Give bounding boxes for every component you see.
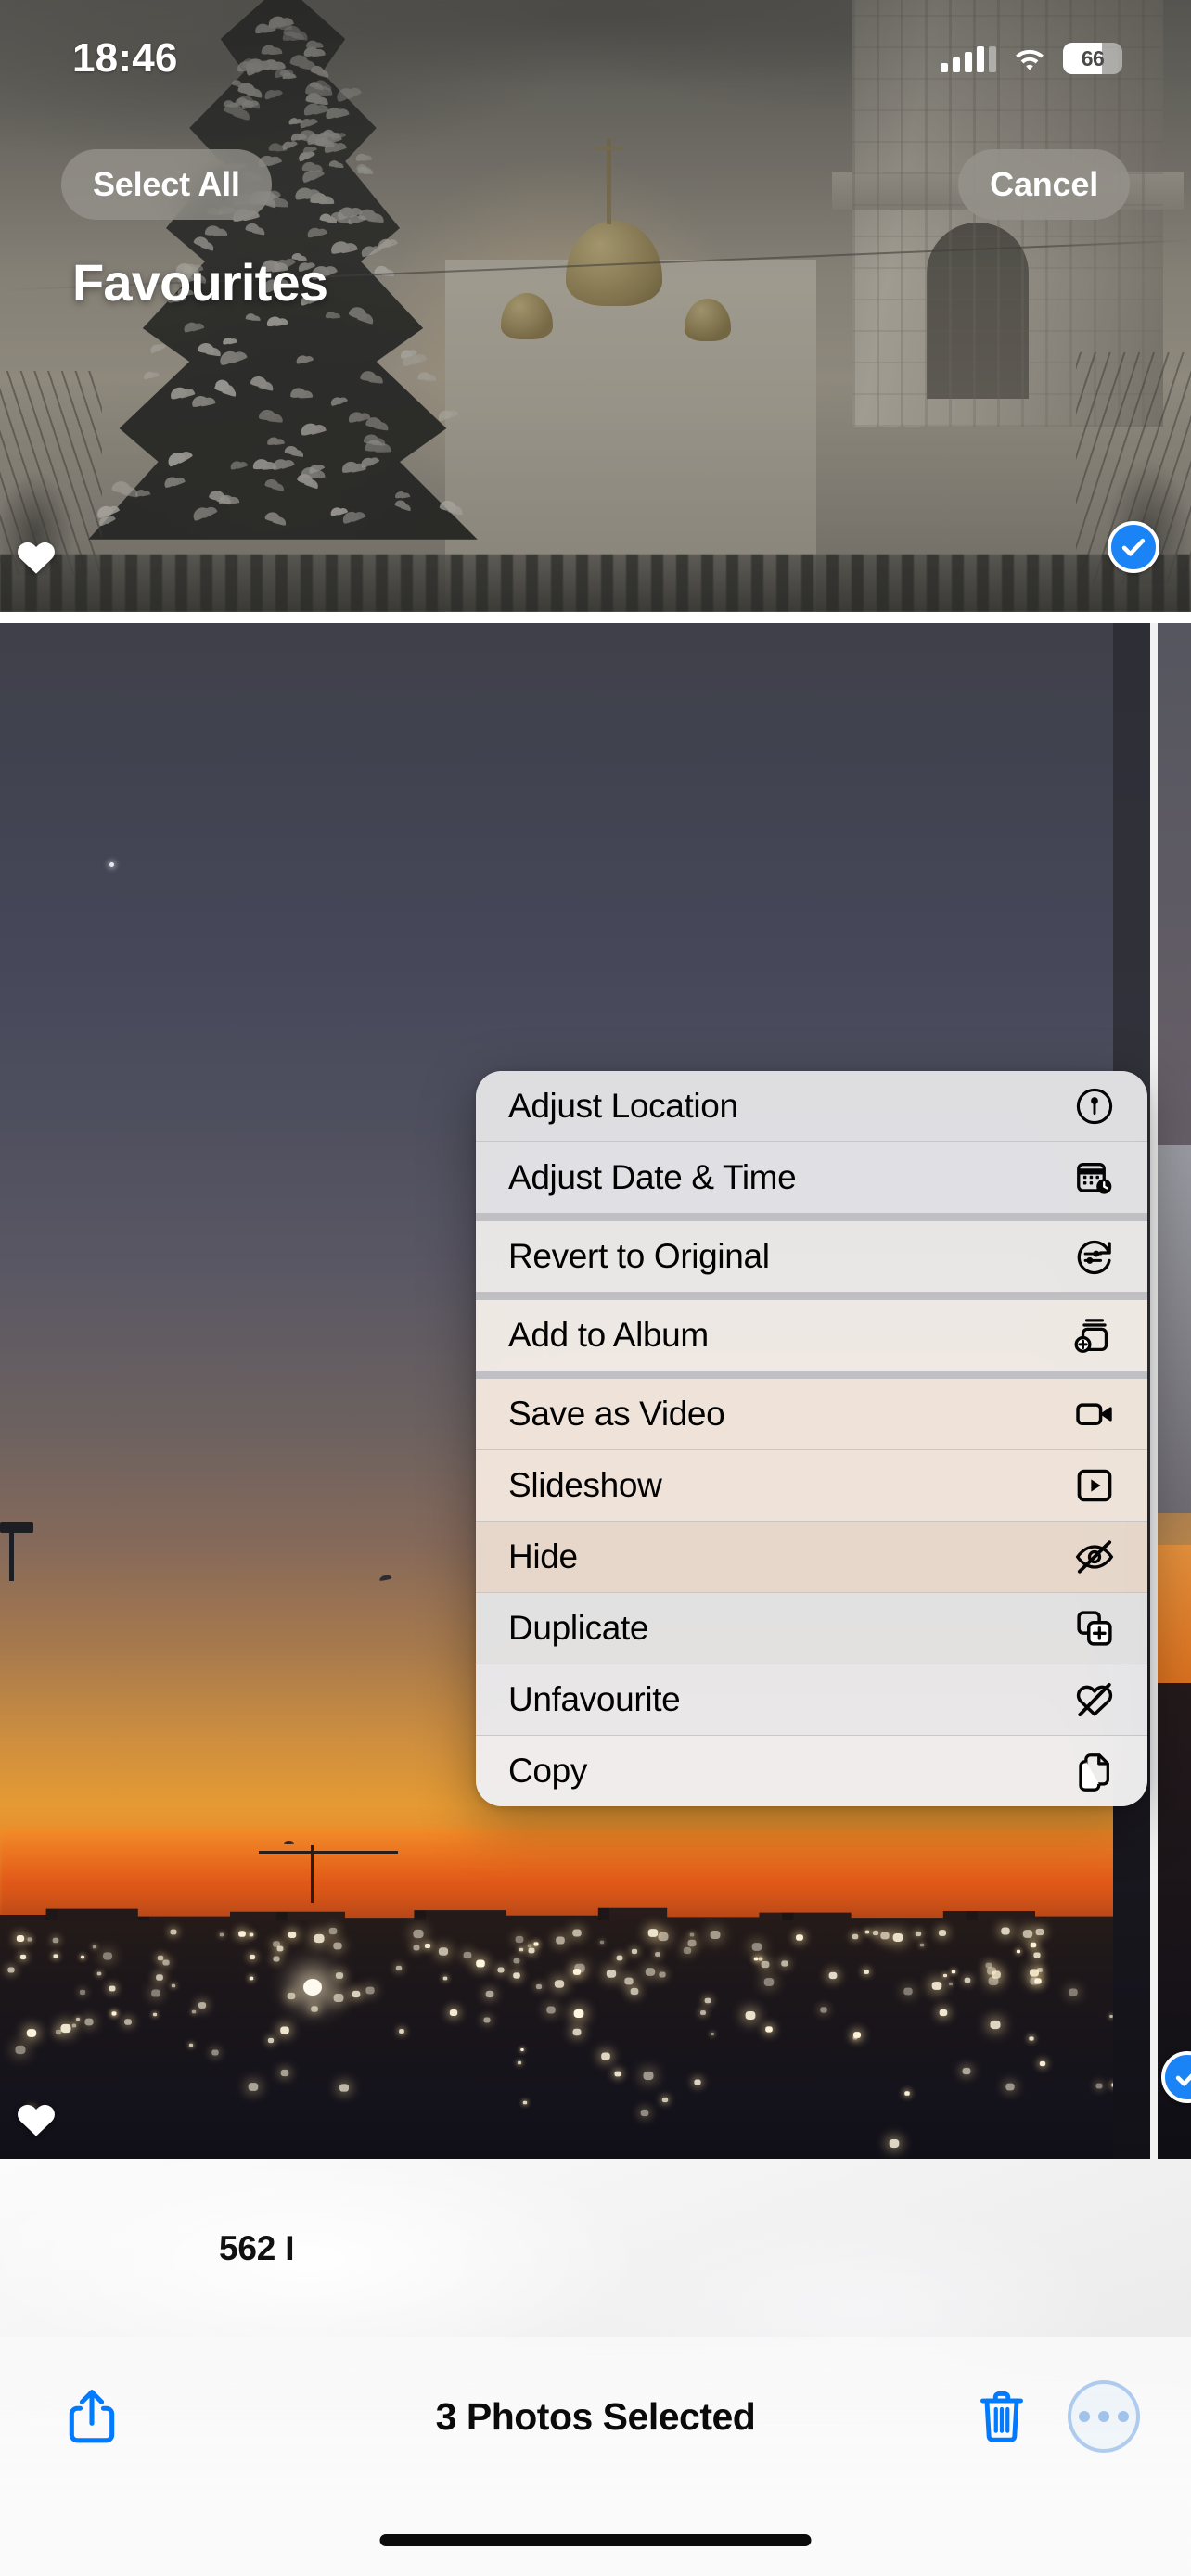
selection-status-label: 3 Photos Selected bbox=[435, 2394, 756, 2438]
menu-item-label: Adjust Date & Time bbox=[508, 1158, 797, 1196]
selection-checkmark-badge[interactable] bbox=[1108, 521, 1159, 573]
cellular-signal-icon bbox=[941, 45, 996, 72]
revert-sliders-icon bbox=[1072, 1234, 1117, 1279]
share-button[interactable] bbox=[56, 2380, 128, 2453]
photo-count-label: 562 I bbox=[219, 2229, 295, 2267]
menu-item-label: Adjust Location bbox=[508, 1087, 738, 1125]
photo-grid-gutter bbox=[0, 612, 1191, 623]
navigation-bar: Select All Cancel bbox=[0, 144, 1191, 225]
duplicate-icon bbox=[1072, 1606, 1117, 1651]
toolbar-right bbox=[966, 2380, 1140, 2453]
menu-item-adjust-location[interactable]: Adjust Location bbox=[476, 1071, 1147, 1141]
menu-item-revert-to-original[interactable]: Revert to Original bbox=[476, 1221, 1147, 1292]
ellipsis-dot bbox=[1118, 2411, 1129, 2422]
add-to-album-icon bbox=[1072, 1313, 1117, 1358]
menu-group-separator bbox=[476, 1371, 1147, 1379]
check-icon bbox=[1175, 2073, 1191, 2086]
menu-group-separator bbox=[476, 1292, 1147, 1300]
photo2-construction-crane bbox=[258, 1845, 398, 1904]
battery-percent-label: 66 bbox=[1081, 45, 1105, 70]
bottom-toolbar: 3 Photos Selected bbox=[0, 2337, 1191, 2576]
share-icon bbox=[69, 2390, 115, 2443]
menu-item-duplicate[interactable]: Duplicate bbox=[476, 1593, 1147, 1664]
menu-item-adjust-date-time[interactable]: Adjust Date & Time bbox=[476, 1142, 1147, 1213]
ellipsis-dot bbox=[1098, 2411, 1109, 2422]
photos-app-screen: 562 I 18:46 66 Select All Cancel Favouri… bbox=[0, 0, 1191, 2576]
ellipsis-dot bbox=[1079, 2411, 1090, 2422]
menu-item-label: Unfavourite bbox=[508, 1680, 681, 1718]
menu-item-add-to-album[interactable]: Add to Album bbox=[476, 1300, 1147, 1371]
calendar-clock-icon bbox=[1072, 1155, 1117, 1200]
status-bar-time: 18:46 bbox=[72, 35, 178, 81]
copy-documents-icon bbox=[1072, 1749, 1117, 1793]
menu-item-copy[interactable]: Copy bbox=[476, 1736, 1147, 1806]
photo2-city-lights bbox=[0, 1927, 1150, 2159]
menu-item-label: Copy bbox=[508, 1752, 587, 1790]
menu-item-label: Duplicate bbox=[508, 1609, 649, 1647]
eye-slash-icon bbox=[1072, 1535, 1117, 1579]
heart-slash-icon bbox=[1072, 1677, 1117, 1722]
select-all-button[interactable]: Select All bbox=[61, 149, 272, 220]
battery-icon: 66 bbox=[1063, 43, 1122, 74]
video-camera-icon bbox=[1072, 1392, 1117, 1436]
delete-button[interactable] bbox=[966, 2380, 1038, 2453]
trash-icon bbox=[980, 2391, 1023, 2442]
wifi-icon bbox=[1012, 45, 1047, 71]
menu-group-separator bbox=[476, 1213, 1147, 1221]
location-pin-circle-icon bbox=[1072, 1084, 1117, 1129]
menu-item-label: Hide bbox=[508, 1537, 578, 1575]
menu-item-save-as-video[interactable]: Save as Video bbox=[476, 1379, 1147, 1449]
photo2-bird-2 bbox=[284, 1841, 295, 1845]
photo-right-strip[interactable] bbox=[1158, 623, 1191, 2159]
menu-item-hide[interactable]: Hide bbox=[476, 1522, 1147, 1592]
menu-item-label: Revert to Original bbox=[508, 1237, 770, 1275]
menu-item-unfavourite[interactable]: Unfavourite bbox=[476, 1664, 1147, 1735]
photo3-band-b bbox=[1158, 1544, 1191, 1683]
home-indicator[interactable] bbox=[379, 2534, 812, 2546]
cancel-button[interactable]: Cancel bbox=[958, 149, 1130, 220]
photo2-utility-pole bbox=[0, 1521, 33, 1581]
play-square-icon bbox=[1072, 1463, 1117, 1508]
page-title: Favourites bbox=[72, 253, 328, 312]
menu-item-slideshow[interactable]: Slideshow bbox=[476, 1450, 1147, 1521]
context-menu: Adjust Location Adjust Date & Time Rever… bbox=[476, 1071, 1147, 1806]
toolbar-row: 3 Photos Selected bbox=[0, 2337, 1191, 2496]
photo3-band-a bbox=[1158, 1145, 1191, 1514]
check-icon bbox=[1121, 538, 1146, 556]
more-options-button[interactable] bbox=[1068, 2380, 1140, 2453]
status-bar: 18:46 66 bbox=[0, 0, 1191, 111]
menu-item-label: Save as Video bbox=[508, 1395, 725, 1433]
menu-item-label: Slideshow bbox=[508, 1466, 662, 1504]
status-bar-indicators: 66 bbox=[941, 43, 1122, 74]
menu-item-label: Add to Album bbox=[508, 1316, 709, 1354]
toolbar-left bbox=[56, 2380, 128, 2453]
